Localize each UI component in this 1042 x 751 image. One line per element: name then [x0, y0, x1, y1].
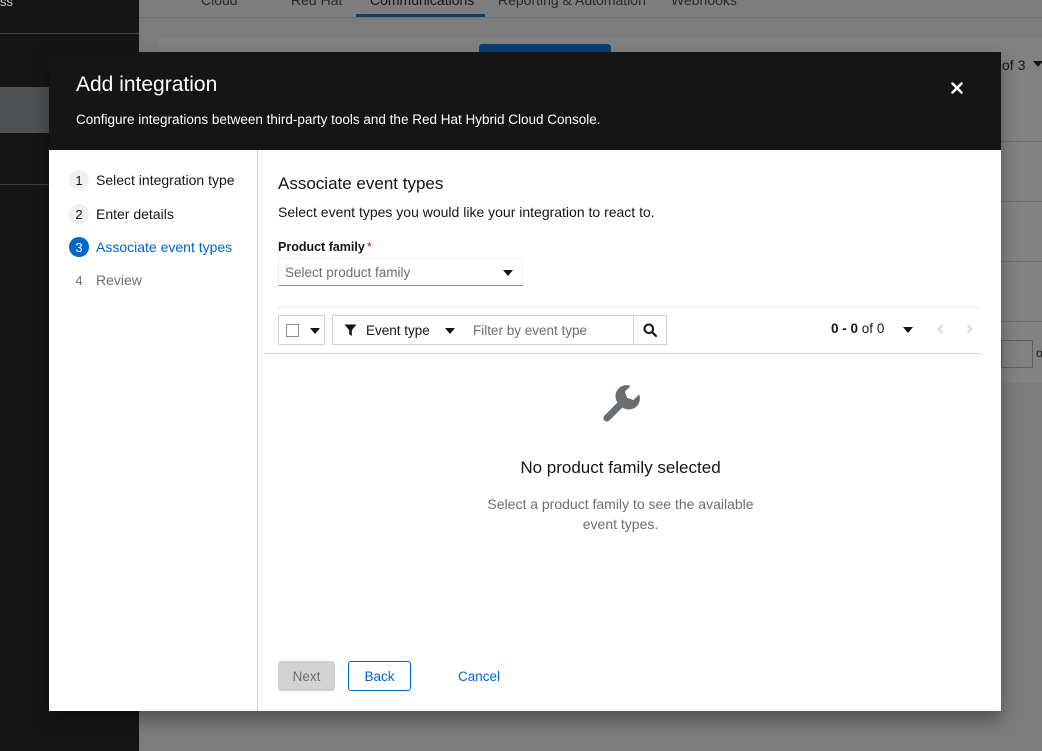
pagination-total: 0 [876, 321, 885, 336]
pagination-range: 0 - 0 [831, 321, 859, 336]
modal-description: Configure integrations between third-par… [76, 112, 601, 127]
modal-title: Add integration [76, 73, 218, 96]
sidebar-partial-text: ss [0, 0, 13, 9]
required-marker: * [366, 240, 372, 254]
pagination-toggle[interactable]: 0 - 0 of 0 [831, 321, 884, 336]
wizard-nav: 1 Select integration type 2 Enter detail… [49, 150, 258, 711]
filter-icon [344, 324, 357, 336]
toolbar-bottom-divider [264, 353, 981, 354]
bulk-select-dropdown[interactable] [278, 315, 325, 345]
caret-down-icon [310, 328, 320, 334]
chevron-left-icon [936, 324, 943, 334]
close-icon [951, 82, 963, 94]
wizard-step-review: 4 Review [69, 270, 142, 290]
wizard-step-associate-event-types[interactable]: 3 Associate event types [69, 237, 232, 257]
empty-state-title: No product family selected [520, 458, 721, 477]
step-title: Associate event types [278, 174, 444, 193]
next-page-button[interactable] [961, 320, 977, 338]
background-pagination-text: of 3 [1002, 57, 1026, 73]
background-row-divider [1001, 261, 1042, 262]
tab-communications: Communications [370, 0, 475, 8]
product-family-label-text: Product family [278, 240, 365, 254]
step-label: Select integration type [96, 172, 235, 188]
empty-state-body: Select a product family to see the avail… [487, 496, 754, 532]
tab-reporting-automation: Reporting & Automation [498, 0, 646, 8]
wizard-step-enter-details[interactable]: 2 Enter details [69, 204, 174, 224]
background-caret-down-icon [1033, 61, 1042, 67]
search-button[interactable] [633, 315, 667, 345]
filter-attribute-dropdown[interactable]: Event type [332, 315, 467, 345]
step-number: 4 [75, 272, 83, 288]
modal-header: Add integration Configure integrations b… [49, 52, 1001, 150]
step-label: Review [96, 272, 142, 288]
product-family-placeholder: Select product family [285, 265, 411, 280]
background-input [1001, 340, 1033, 368]
background-row-divider [1001, 201, 1042, 202]
wizard-content: Associate event types Select event types… [258, 150, 1001, 711]
background-row-divider [1001, 321, 1042, 322]
add-integration-modal: Add integration Configure integrations b… [49, 52, 1001, 711]
step-number: 1 [69, 170, 89, 190]
wizard-step-select-integration-type[interactable]: 1 Select integration type [69, 170, 235, 190]
step-label: Associate event types [96, 239, 233, 255]
background-tabs: Cloud Red Hat Communications Reporting &… [139, 0, 1042, 18]
back-button[interactable]: Back [348, 661, 411, 691]
background-partial-text: o [1036, 346, 1042, 360]
caret-down-icon [445, 328, 455, 334]
wrench-icon [603, 385, 640, 422]
chevron-right-icon [966, 324, 973, 334]
cancel-button[interactable]: Cancel [454, 661, 504, 691]
pagination-of-label: of [861, 321, 874, 336]
filter-attribute-label: Event type [366, 323, 430, 338]
search-icon [643, 323, 657, 337]
sidebar-divider [0, 33, 139, 34]
close-button[interactable] [945, 76, 969, 100]
tab-red-hat: Red Hat [291, 0, 343, 8]
background-row-divider [1001, 141, 1042, 142]
step-number: 2 [69, 204, 89, 224]
step-label: Enter details [96, 206, 174, 222]
product-family-label: Product family * [278, 240, 372, 254]
select-all-checkbox[interactable] [286, 324, 299, 337]
step-description: Select event types you would like your i… [278, 204, 655, 220]
tab-cloud: Cloud [201, 0, 238, 8]
tab-webhooks: Webhooks [671, 0, 737, 8]
tab-active-indicator [356, 14, 485, 17]
step-number: 3 [69, 237, 89, 257]
toolbar-divider [278, 307, 981, 308]
caret-down-icon [903, 327, 913, 333]
next-button[interactable]: Next [278, 661, 335, 691]
previous-page-button[interactable] [932, 320, 948, 338]
product-family-select[interactable]: Select product family [278, 258, 523, 286]
caret-down-icon [503, 270, 513, 276]
filter-search-input[interactable] [466, 315, 634, 345]
